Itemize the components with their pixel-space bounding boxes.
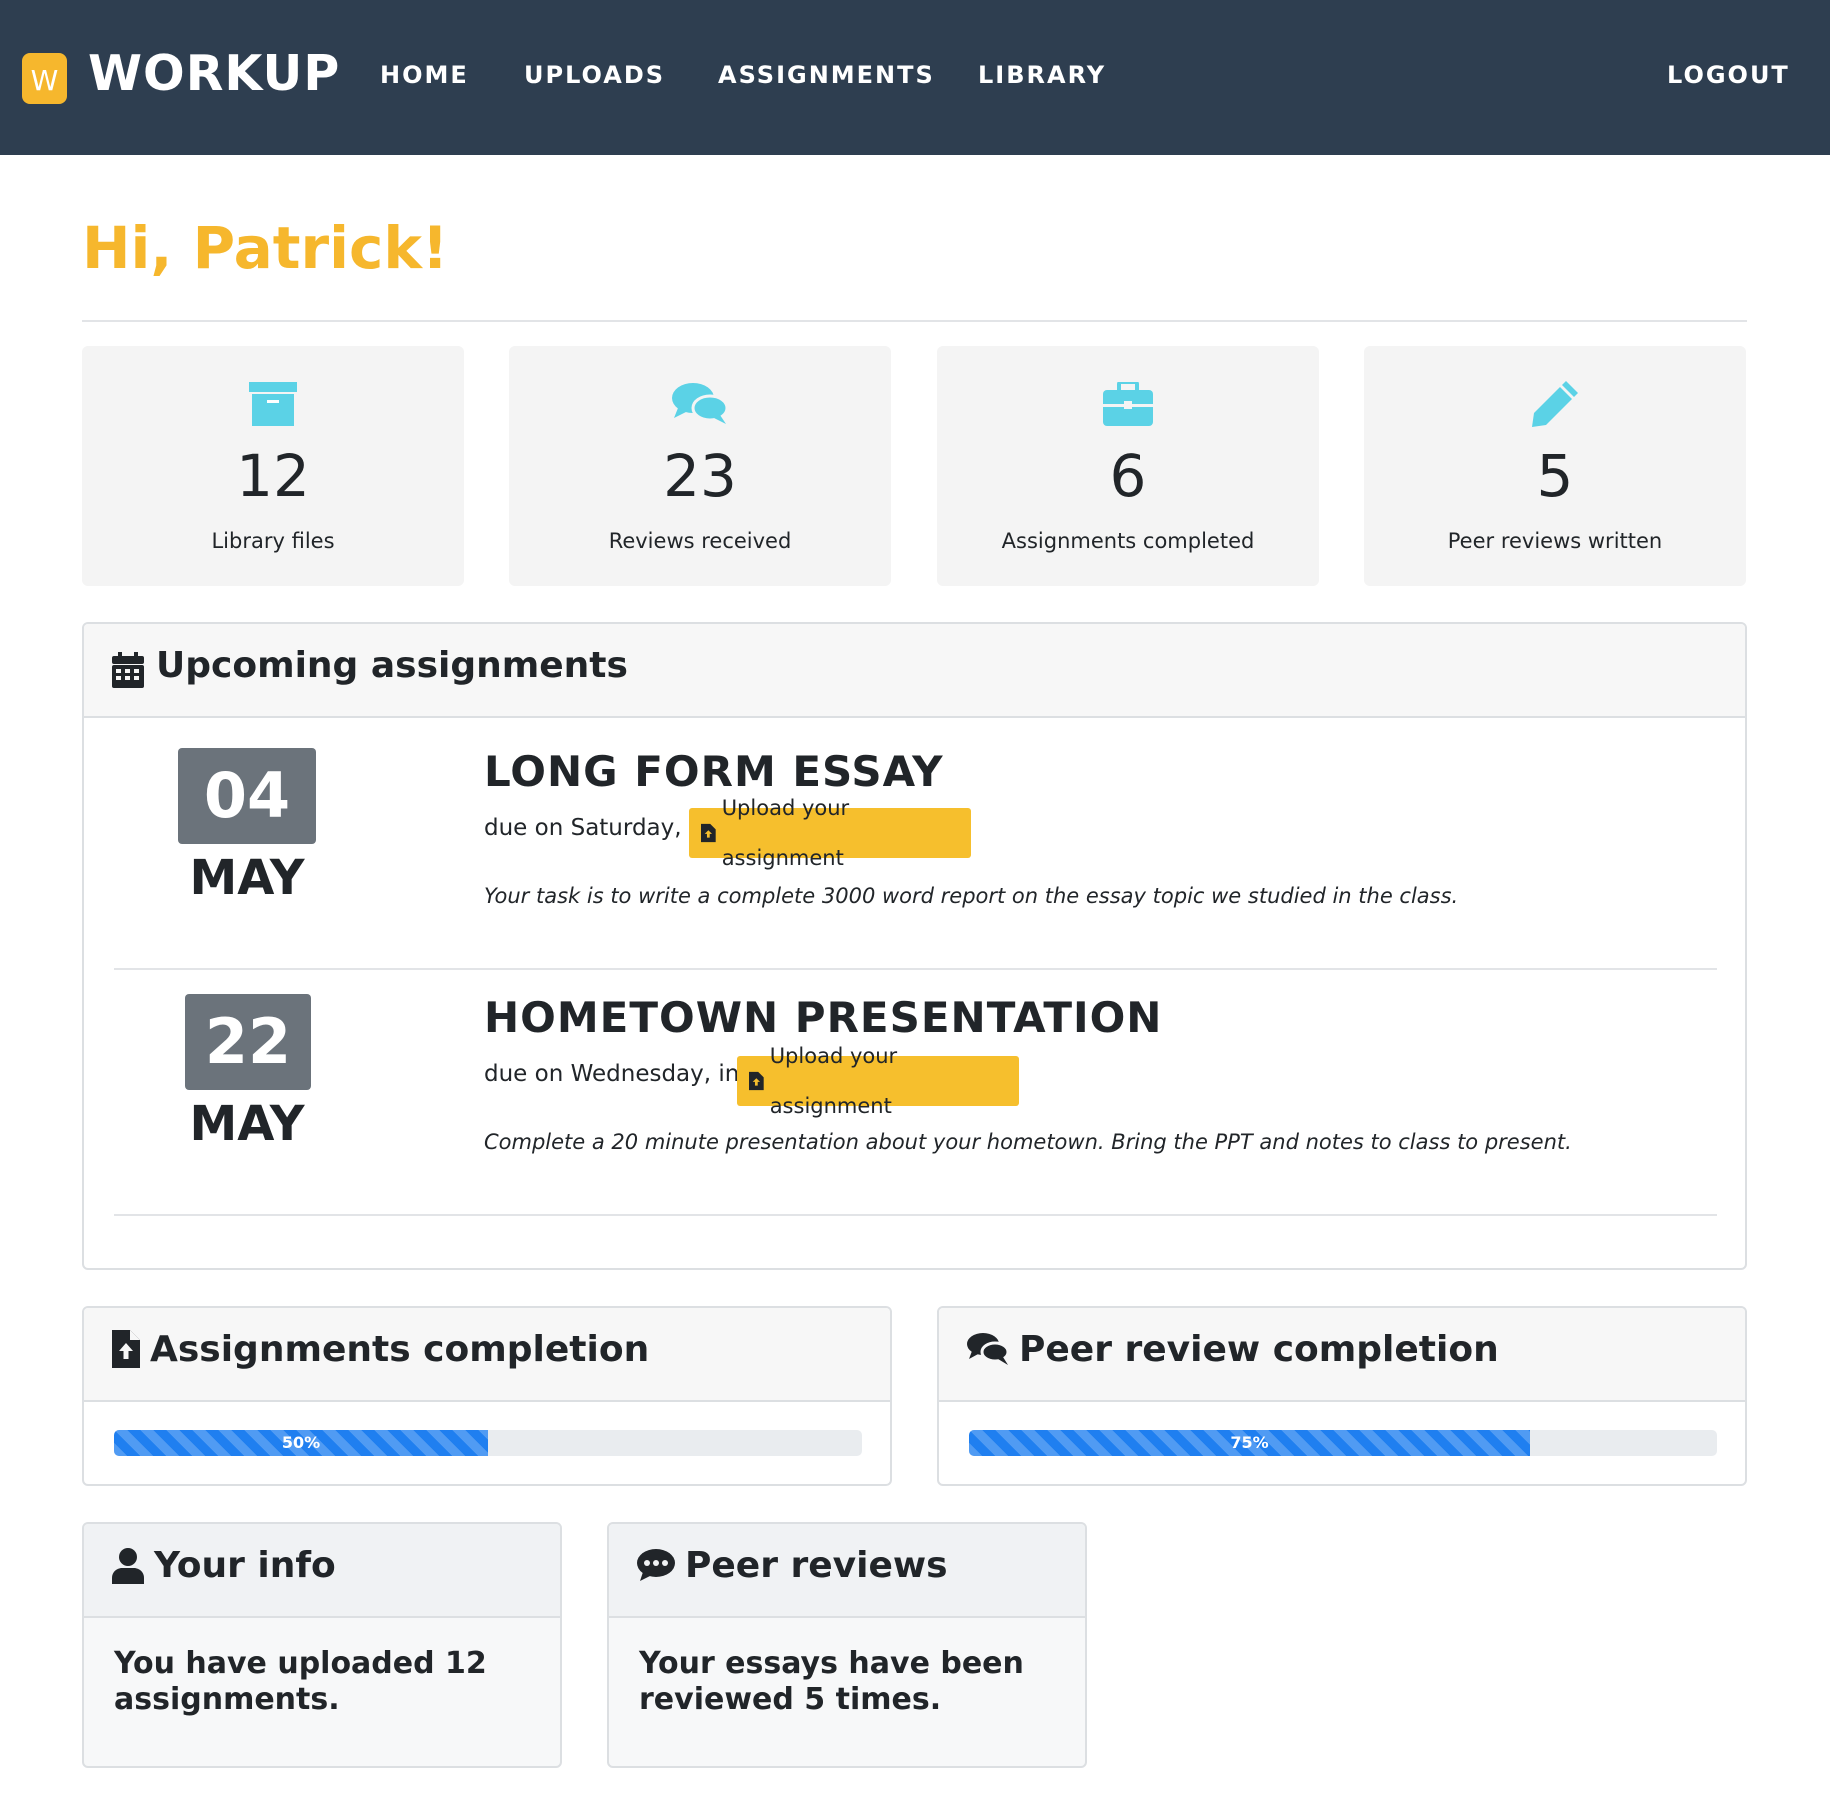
panel-title: Peer reviews <box>685 1545 948 1586</box>
date-month: MAY <box>189 1096 305 1152</box>
panel-header: Assignments completion <box>84 1308 890 1402</box>
date-day-badge: 22 <box>185 994 311 1090</box>
panel-title: Peer review completion <box>1019 1329 1499 1370</box>
progress-bar: 50% <box>114 1430 862 1456</box>
archive-icon <box>82 376 464 432</box>
peer-review-completion-panel: Peer review completion 75% <box>937 1306 1747 1486</box>
comments-icon <box>967 1332 1010 1370</box>
navbar: W WORKUP HOME UPLOADS ASSIGNMENTS LIBRAR… <box>0 0 1830 155</box>
greeting-heading: Hi, Patrick! <box>82 214 449 282</box>
stat-card-assignments: 6 Assignments completed <box>937 346 1319 586</box>
progress-bar: 75% <box>969 1430 1717 1456</box>
stat-value: 12 <box>236 442 310 510</box>
logout-link[interactable]: LOGOUT <box>1667 58 1790 92</box>
panel-title: Your info <box>154 1545 336 1586</box>
stat-label: Assignments completed <box>1001 529 1255 553</box>
stat-card-reviews: 23 Reviews received <box>509 346 891 586</box>
stat-value: 23 <box>663 442 737 510</box>
file-upload-icon <box>701 823 716 843</box>
calendar-icon <box>112 652 144 692</box>
nav-library[interactable]: LIBRARY <box>978 58 1106 92</box>
panel-header: Peer review completion <box>939 1308 1745 1402</box>
nav-assignments[interactable]: ASSIGNMENTS <box>718 58 935 92</box>
upcoming-assignments-panel: Upcoming assignments 04 MAY LONG FORM ES… <box>82 622 1747 1270</box>
brand-name[interactable]: WORKUP <box>88 44 340 104</box>
assignment-description: Your task is to write a complete 3000 wo… <box>484 884 1459 908</box>
date-month: MAY <box>189 850 305 906</box>
peer-reviews-panel: Peer reviews Your essays have been revie… <box>607 1522 1087 1768</box>
assignment-description: Complete a 20 minute presentation about … <box>484 1130 1572 1154</box>
date-day-badge: 04 <box>178 748 316 844</box>
progress-fill: 75% <box>969 1430 1530 1456</box>
stat-label: Reviews received <box>608 529 792 553</box>
divider <box>114 1214 1717 1216</box>
comments-icon <box>509 376 891 432</box>
upload-button-label: Upload your assignment <box>769 1044 898 1118</box>
stat-value: 5 <box>1536 442 1574 510</box>
upload-assignment-button[interactable]: Upload your assignment <box>689 796 971 870</box>
panel-title: Assignments completion <box>150 1329 650 1370</box>
logo-icon[interactable]: W <box>22 53 67 104</box>
comment-dots-icon <box>637 1548 675 1586</box>
progress-fill: 50% <box>114 1430 488 1456</box>
panel-title: Upcoming assignments <box>156 645 628 686</box>
stat-label: Library files <box>211 529 335 553</box>
stat-card-peer-reviews: 5 Peer reviews written <box>1364 346 1746 586</box>
info-text: Your essays have been reviewed 5 times. <box>639 1646 1024 1717</box>
file-upload-icon <box>112 1330 140 1372</box>
upload-button-label: Upload your assignment <box>721 796 850 870</box>
nav-uploads[interactable]: UPLOADS <box>524 58 665 92</box>
file-upload-icon <box>749 1071 764 1091</box>
nav-home[interactable]: HOME <box>380 58 469 92</box>
divider <box>114 968 1717 970</box>
briefcase-icon <box>937 376 1319 432</box>
panel-header: Upcoming assignments <box>84 624 1745 718</box>
stat-label: Peer reviews written <box>1447 529 1663 553</box>
pencil-icon <box>1364 376 1746 432</box>
panel-header: Peer reviews <box>609 1524 1085 1618</box>
stat-card-library: 12 Library files <box>82 346 464 586</box>
panel-header: Your info <box>84 1524 560 1618</box>
stat-value: 6 <box>1109 442 1147 510</box>
user-icon <box>112 1548 144 1588</box>
upload-assignment-button[interactable]: Upload your assignment <box>737 1044 1019 1118</box>
divider <box>82 320 1747 322</box>
info-text: You have uploaded 12 assignments. <box>114 1646 487 1717</box>
your-info-panel: Your info You have uploaded 12 assignmen… <box>82 1522 562 1768</box>
assignments-completion-panel: Assignments completion 50% <box>82 1306 892 1486</box>
